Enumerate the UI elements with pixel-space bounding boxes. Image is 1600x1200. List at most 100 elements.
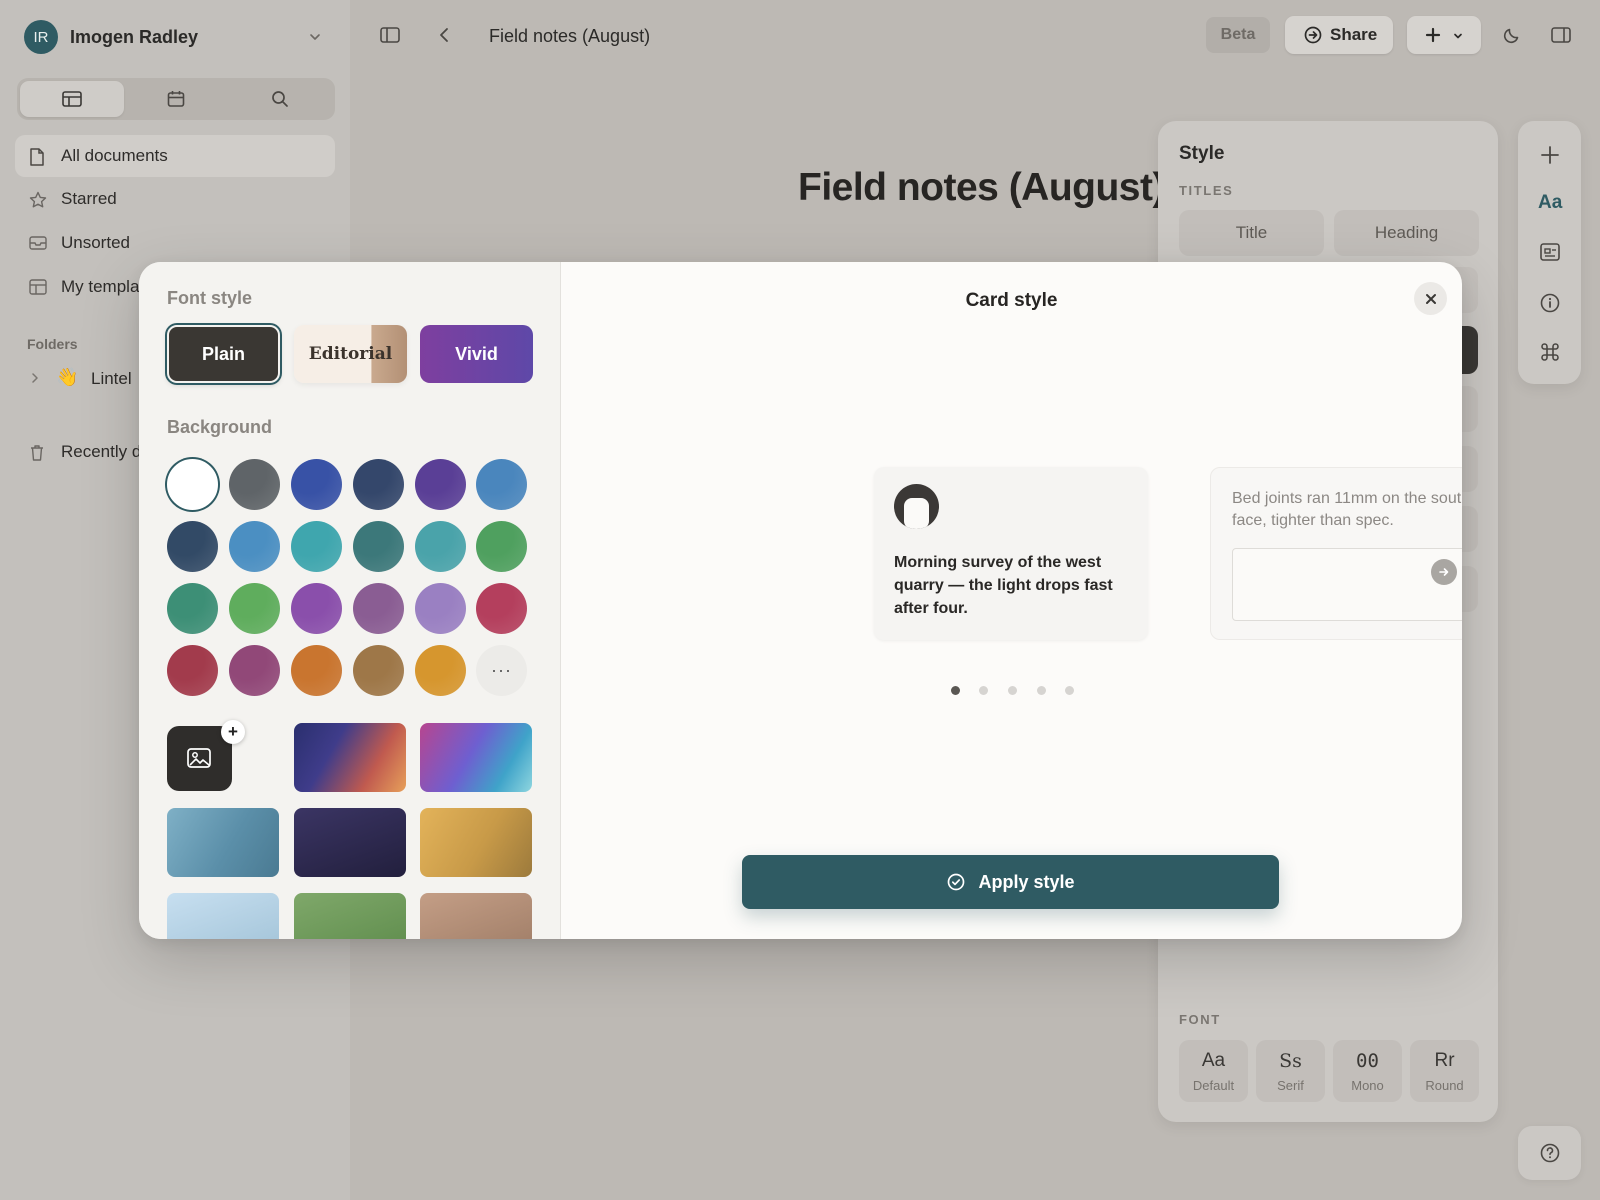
background-swatch[interactable] (353, 583, 404, 634)
background-swatch[interactable] (229, 645, 280, 696)
background-swatch[interactable] (167, 645, 218, 696)
background-swatch[interactable] (291, 521, 342, 572)
plus-icon[interactable] (1538, 143, 1562, 167)
background-gradient-tile[interactable] (294, 808, 406, 877)
right-panel-toggle-icon[interactable] (1550, 25, 1572, 45)
background-swatch[interactable] (415, 583, 466, 634)
dark-mode-icon[interactable] (1502, 25, 1522, 45)
apply-style-button[interactable]: Apply style (742, 855, 1279, 909)
font-style-plain[interactable]: Plain (167, 325, 280, 383)
background-gradient-tile[interactable] (420, 723, 532, 792)
font-glyph: Aa (1201, 1050, 1226, 1071)
font-option-default[interactable]: Aa Default (1179, 1040, 1248, 1102)
font-style-vivid[interactable]: Vivid (420, 325, 533, 383)
more-colors-button[interactable]: ··· (476, 645, 527, 696)
chevron-down-icon[interactable] (308, 30, 322, 44)
card-preview[interactable]: Morning survey of the west quarry — the … (874, 467, 1148, 640)
sidebar-item-label: Unsorted (61, 233, 130, 252)
info-icon[interactable] (1538, 291, 1562, 315)
apply-style-label: Apply style (978, 871, 1075, 892)
background-swatch[interactable] (167, 459, 218, 510)
background-swatch[interactable] (415, 459, 466, 510)
font-option-serif[interactable]: Ss Serif (1256, 1040, 1325, 1102)
arrow-right-icon (1431, 559, 1457, 585)
background-swatch[interactable] (229, 583, 280, 634)
background-swatch[interactable] (415, 645, 466, 696)
background-swatch[interactable] (476, 459, 527, 510)
check-circle-icon (946, 872, 966, 892)
workspace-avatar[interactable]: IR (24, 20, 58, 54)
add-button[interactable] (1407, 16, 1481, 54)
font-option-mono[interactable]: 00 Mono (1333, 1040, 1402, 1102)
sidebar-item-label: All documents (61, 146, 168, 165)
title-style-chip[interactable]: Title (1179, 210, 1324, 256)
carousel-dot[interactable] (1065, 686, 1074, 695)
help-icon (1538, 1141, 1562, 1165)
carousel-dot[interactable] (951, 686, 960, 695)
background-swatch[interactable] (167, 521, 218, 572)
workspace-name[interactable]: Imogen Radley (70, 27, 198, 48)
share-button[interactable]: Share (1285, 16, 1393, 54)
heading-style-chip[interactable]: Heading (1334, 210, 1479, 256)
carousel-dot[interactable] (1008, 686, 1017, 695)
chevron-right-icon[interactable] (29, 371, 41, 385)
card-next-input-box (1232, 548, 1462, 621)
carousel-dot[interactable] (1037, 686, 1046, 695)
background-gradient-tile[interactable] (294, 723, 406, 792)
sidebar-view-tabs (17, 78, 335, 120)
folders-header: Folders (27, 336, 78, 352)
beta-badge[interactable]: Beta (1206, 17, 1270, 53)
sidebar-toggle-icon[interactable] (379, 25, 401, 45)
add-image-plus-icon[interactable]: + (221, 720, 245, 744)
text-style-icon[interactable]: Aa (1538, 192, 1562, 214)
background-gradient-tile[interactable] (167, 893, 279, 939)
background-swatch[interactable] (229, 459, 280, 510)
document-icon (28, 147, 46, 167)
tab-calendar[interactable] (124, 81, 228, 117)
background-label: Background (167, 417, 273, 437)
sidebar-item-starred[interactable]: Starred (15, 178, 335, 220)
background-gradient-tile[interactable] (420, 893, 532, 939)
card-style-modal: Font style Plain Editorial Vivid Backgro… (139, 262, 1462, 939)
background-swatch[interactable] (476, 583, 527, 634)
font-label: Serif (1277, 1078, 1304, 1093)
help-button[interactable] (1518, 1126, 1581, 1180)
background-swatch[interactable] (353, 645, 404, 696)
background-swatch[interactable] (353, 521, 404, 572)
font-glyph: Ss (1279, 1050, 1302, 1072)
carousel-dot[interactable] (979, 686, 988, 695)
card-preview-next[interactable]: Bed joints ran 11mm on the south face, t… (1210, 467, 1462, 640)
card-icon[interactable] (1538, 241, 1562, 263)
background-swatch[interactable] (229, 521, 280, 572)
close-button[interactable] (1414, 282, 1447, 315)
background-swatch[interactable] (167, 583, 218, 634)
background-swatch[interactable] (353, 459, 404, 510)
background-gradient-tile[interactable] (420, 808, 532, 877)
modal-options-panel: Font style Plain Editorial Vivid Backgro… (139, 262, 561, 939)
background-gradient-tile[interactable] (167, 808, 279, 877)
font-label: Default (1192, 1078, 1235, 1093)
background-gradient-tile[interactable] (294, 893, 406, 939)
background-swatch[interactable] (291, 459, 342, 510)
document-title-breadcrumb: Field notes (August) (489, 26, 651, 46)
titles-section-label: TITLES (1179, 183, 1234, 198)
search-icon (270, 89, 290, 109)
tab-search[interactable] (228, 81, 332, 117)
font-option-round[interactable]: Rr Round (1410, 1040, 1479, 1102)
background-swatch[interactable] (415, 521, 466, 572)
font-section-label: FONT (1179, 1012, 1221, 1027)
background-swatch[interactable] (291, 583, 342, 634)
background-swatch[interactable] (291, 645, 342, 696)
sidebar-item-unsorted[interactable]: Unsorted (15, 222, 335, 264)
chevron-down-icon (1452, 30, 1464, 42)
sidebar-item-all-documents[interactable]: All documents (15, 135, 335, 177)
sidebar-item-label: My templa (61, 277, 140, 296)
tab-documents[interactable] (20, 81, 124, 117)
font-style-editorial[interactable]: Editorial (294, 325, 407, 383)
back-icon[interactable] (437, 26, 451, 44)
background-swatch[interactable] (476, 521, 527, 572)
command-icon[interactable] (1538, 340, 1562, 364)
document-heading[interactable]: Field notes (August) (798, 166, 1165, 210)
font-glyph: Rr (1434, 1050, 1455, 1071)
share-button-label: Share (1330, 25, 1378, 44)
